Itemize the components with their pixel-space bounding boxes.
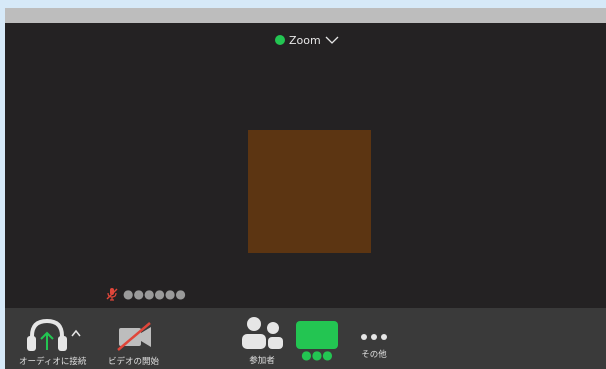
more-dots-icon	[361, 334, 387, 340]
meeting-window: Zoom ●●●●●● オーディオに接続 ビデオの開始 参加者 ●●● その他	[5, 8, 606, 369]
headphone-icon	[26, 318, 67, 351]
participants-button[interactable]: 参加者	[239, 315, 285, 366]
audio-options-chevron-icon[interactable]	[70, 328, 82, 338]
share-screen-label: ●●●	[301, 348, 333, 362]
participants-label: 参加者	[249, 356, 275, 366]
meeting-toolbar: オーディオに接続 ビデオの開始 参加者 ●●● その他	[5, 308, 606, 369]
participant-name-tag: ●●●●●●	[105, 287, 186, 301]
start-video-label: ビデオの開始	[108, 357, 160, 367]
meeting-info-button[interactable]: Zoom	[275, 32, 339, 48]
participant-name: ●●●●●●	[123, 287, 186, 301]
meeting-title: Zoom	[289, 33, 321, 47]
start-video-button[interactable]: ビデオの開始	[108, 320, 159, 367]
secure-status-icon	[275, 35, 285, 45]
more-label: その他	[361, 350, 387, 360]
muted-mic-icon	[106, 288, 118, 301]
join-audio-button[interactable]: オーディオに接続	[19, 318, 86, 367]
chevron-down-icon	[325, 36, 339, 44]
participant-video-tile	[248, 130, 371, 253]
share-screen-icon	[296, 321, 338, 349]
participants-icon	[242, 317, 283, 349]
title-bar	[5, 8, 606, 23]
join-audio-label: オーディオに接続	[19, 357, 87, 367]
share-screen-button[interactable]: ●●●	[296, 321, 338, 361]
more-button[interactable]: その他	[359, 332, 389, 360]
video-off-icon	[116, 322, 151, 351]
